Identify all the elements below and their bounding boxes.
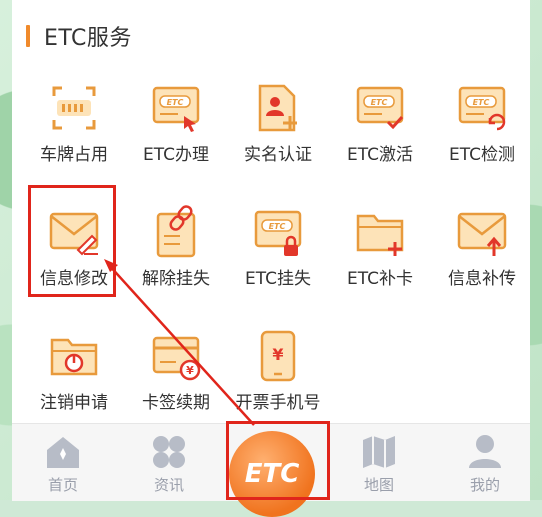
svg-text:ETC: ETC <box>269 222 286 231</box>
service-etc-reissue[interactable]: ETC补卡 <box>328 202 432 289</box>
tab-label: 首页 <box>47 476 78 494</box>
phone-invoice-icon: ¥ <box>248 326 308 386</box>
service-etc-activate[interactable]: ETC ETC激活 <box>328 78 432 165</box>
service-label: 注销申请 <box>40 393 108 413</box>
service-label: ETC补卡 <box>347 269 413 289</box>
etc-card-lock-icon: ETC <box>248 202 308 262</box>
section-title: ETC服务 <box>44 26 132 51</box>
envelope-upload-icon <box>452 202 512 262</box>
license-plate-scan-icon <box>44 78 104 138</box>
svg-text:ETC: ETC <box>473 98 490 107</box>
tab-label: 资讯 <box>153 476 184 494</box>
etc-card-activate-icon: ETC <box>350 78 410 138</box>
tab-profile[interactable]: 我的 <box>440 424 530 495</box>
user-document-verify-icon <box>248 78 308 138</box>
service-etc-apply[interactable]: ETC ETC办理 <box>124 78 228 165</box>
home-icon <box>43 432 83 472</box>
service-label: 信息补传 <box>448 269 516 289</box>
service-label: 解除挂失 <box>142 269 210 289</box>
service-etc-check[interactable]: ETC ETC检测 <box>430 78 534 165</box>
service-card-renew[interactable]: ¥ 卡签续期 <box>124 326 228 413</box>
service-label: 实名认证 <box>244 145 312 165</box>
svg-text:ETC: ETC <box>371 98 388 107</box>
profile-icon <box>465 432 505 472</box>
tab-home[interactable]: 首页 <box>18 424 108 495</box>
document-unlink-icon <box>146 202 206 262</box>
service-invoice-phone[interactable]: ¥ 开票手机号 <box>226 326 330 413</box>
tab-map[interactable]: 地图 <box>334 424 424 495</box>
service-plate-occupied[interactable]: 车牌占用 <box>22 78 126 165</box>
service-label: ETC检测 <box>449 145 515 165</box>
service-etc-report-loss[interactable]: ETC ETC挂失 <box>226 202 330 289</box>
section-header: ETC服务 <box>26 22 132 51</box>
service-label: ETC挂失 <box>245 269 311 289</box>
folder-power-icon <box>44 326 104 386</box>
grid-clover-icon <box>149 432 189 472</box>
etc-card-apply-icon: ETC <box>146 78 206 138</box>
tab-label: 地图 <box>363 476 394 494</box>
service-info-upload[interactable]: 信息补传 <box>430 202 534 289</box>
svg-text:¥: ¥ <box>272 345 283 364</box>
service-label: ETC办理 <box>143 145 209 165</box>
map-icon <box>359 432 399 472</box>
section-accent-bar <box>26 25 30 47</box>
service-label: 卡签续期 <box>142 393 210 413</box>
svg-text:¥: ¥ <box>186 364 194 377</box>
service-cancel-apply[interactable]: 注销申请 <box>22 326 126 413</box>
card-yuan-renew-icon: ¥ <box>146 326 206 386</box>
service-unlink-loss[interactable]: 解除挂失 <box>124 202 228 289</box>
highlight-box-etc-button <box>226 421 330 500</box>
etc-card-check-icon: ETC <box>452 78 512 138</box>
service-real-name[interactable]: 实名认证 <box>226 78 330 165</box>
svg-text:ETC: ETC <box>167 98 184 107</box>
service-label: 开票手机号 <box>235 393 321 413</box>
service-label: 车牌占用 <box>40 145 108 165</box>
highlight-box-info-modify <box>28 185 116 297</box>
service-label: ETC激活 <box>347 145 413 165</box>
tab-news[interactable]: 资讯 <box>124 424 214 495</box>
folder-add-icon <box>350 202 410 262</box>
tab-label: 我的 <box>469 476 500 494</box>
